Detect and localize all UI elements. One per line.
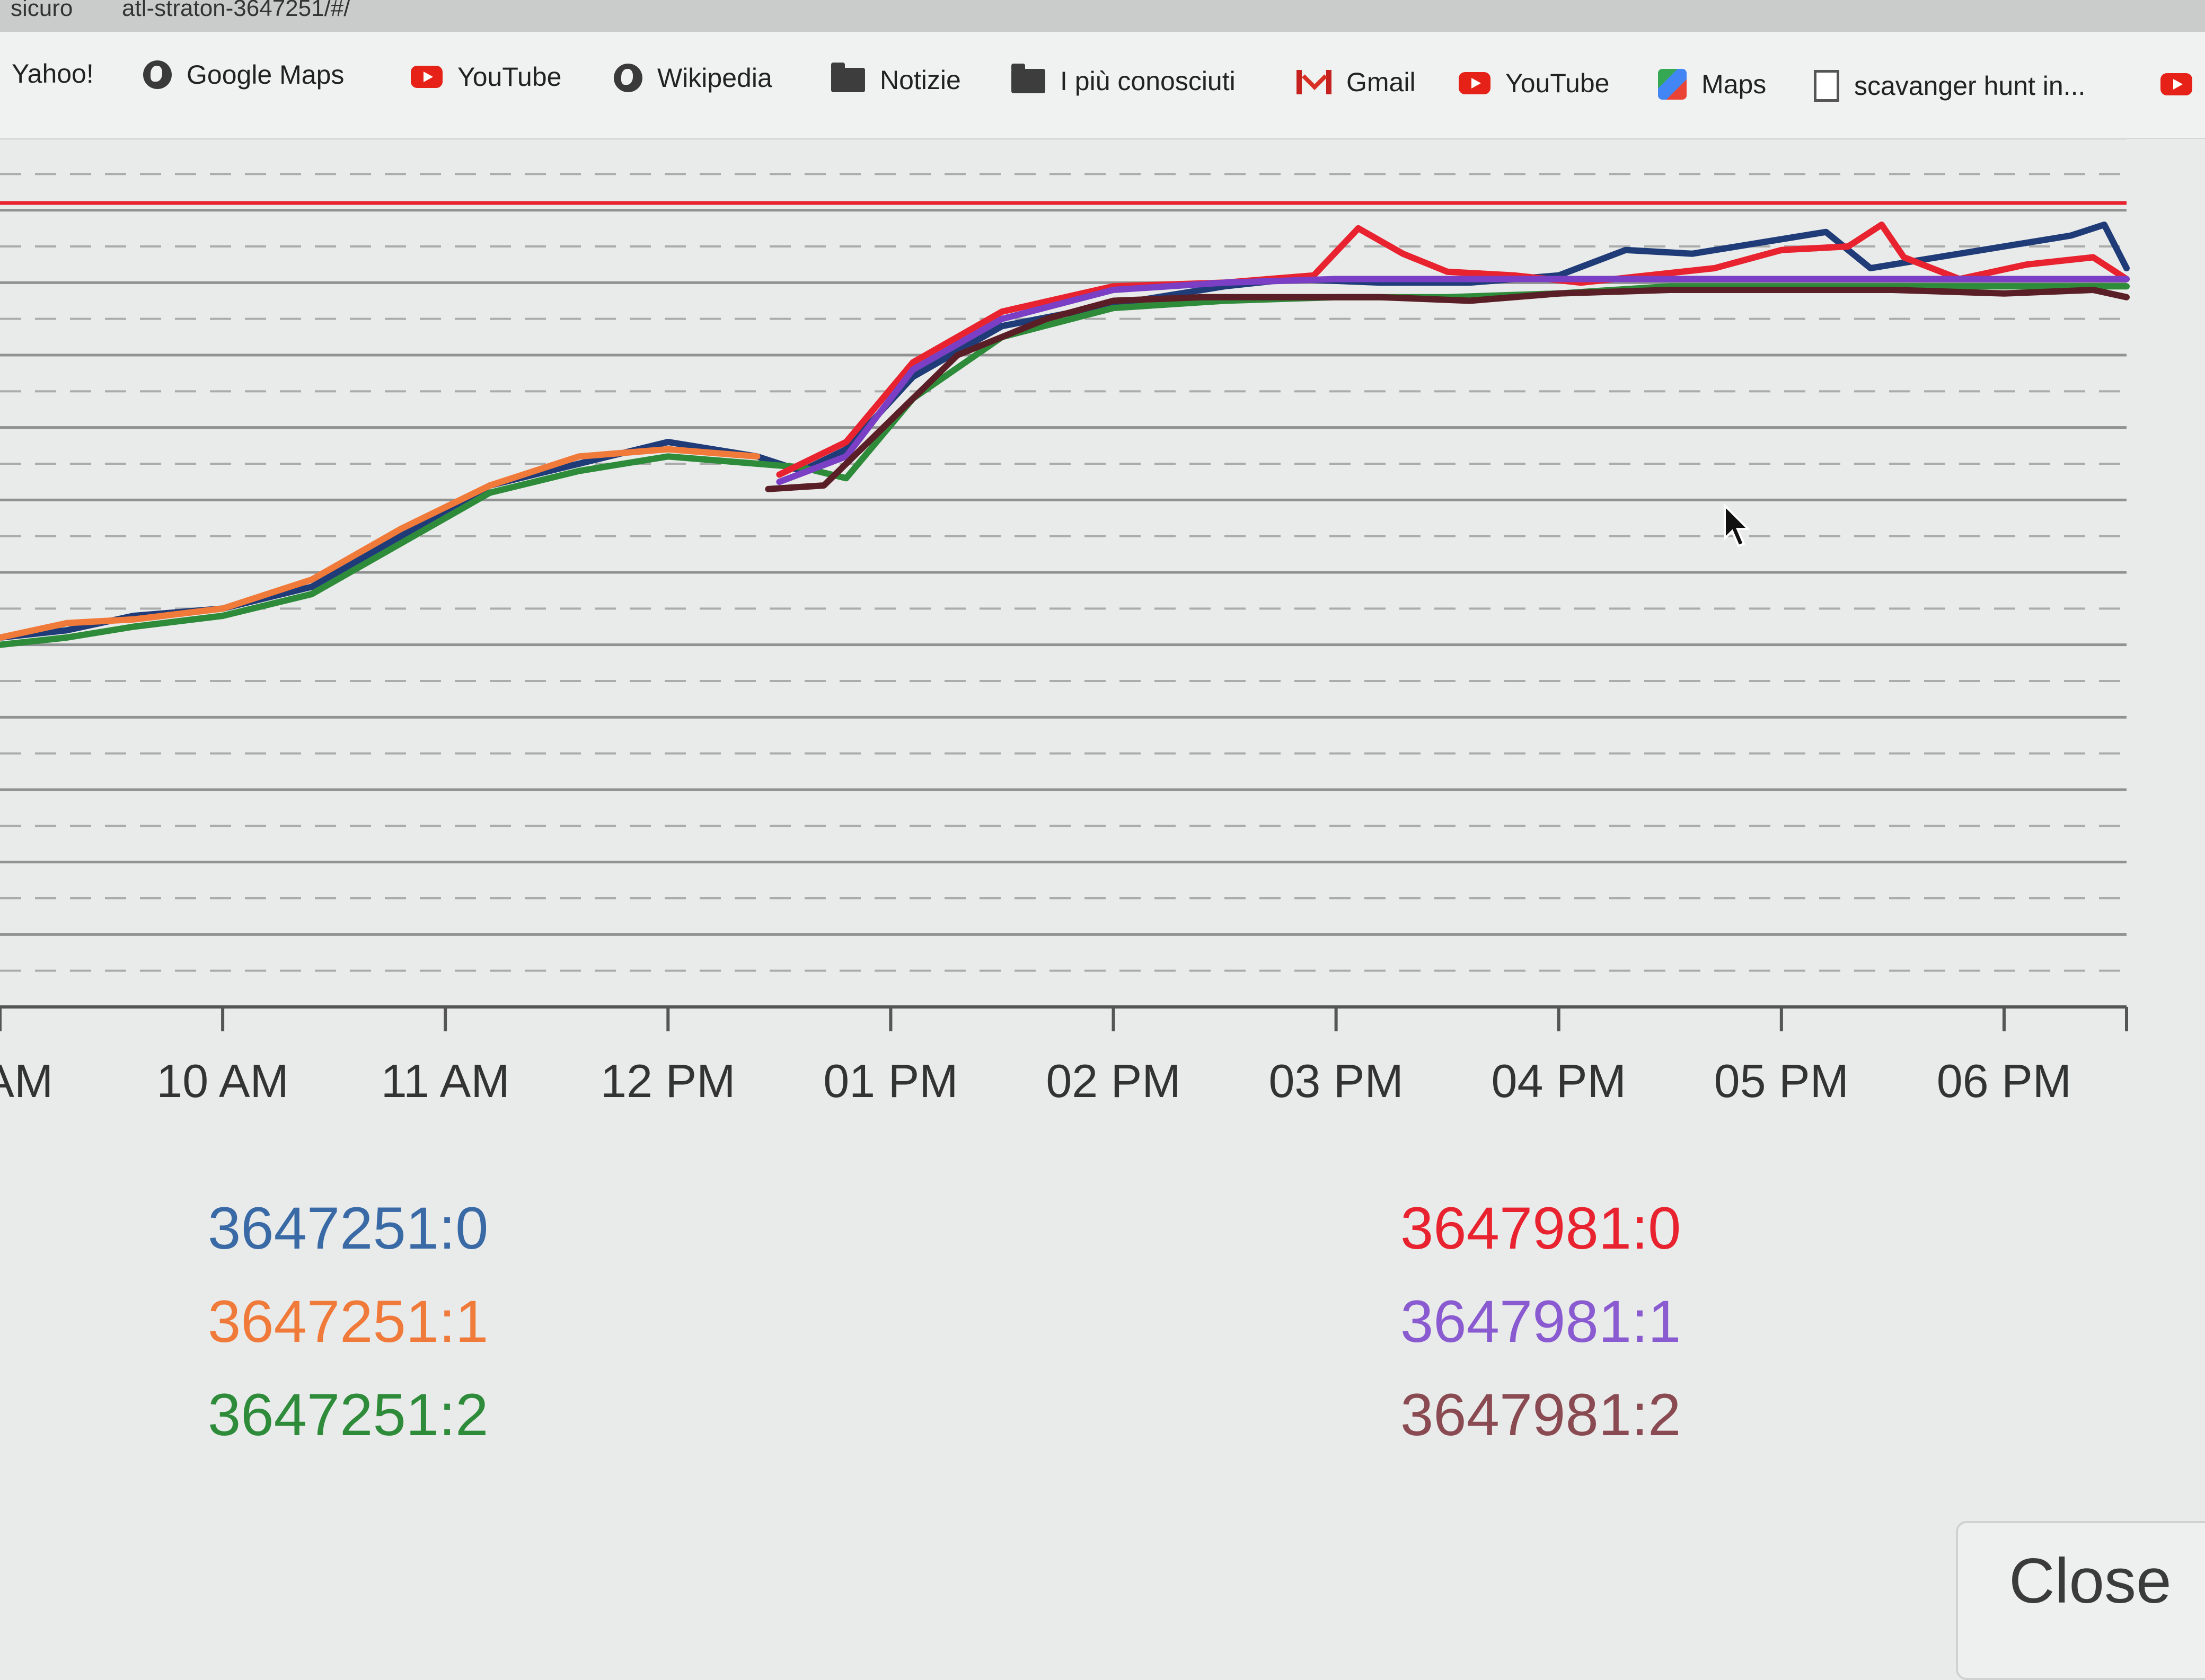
bookmark-wikipedia[interactable]: Wikipedia (614, 63, 772, 93)
bookmark-label: Notizie (880, 65, 961, 95)
doc-icon (1814, 70, 1839, 102)
bookmark-folder-piu-conosciuti[interactable]: I più conosciuti (1011, 64, 1236, 96)
bookmark-scavanger-hunt[interactable]: scavanger hunt in... (1814, 70, 2085, 102)
bookmark-yahoo[interactable]: Yahoo! (12, 58, 94, 89)
bookmark-youtube-2[interactable]: YouTube (1459, 68, 1609, 99)
legend-item-3647981-0[interactable]: 3647981:0 (1400, 1199, 1681, 1258)
x-tick-label: 06 PM (1937, 1055, 2071, 1107)
chart-grid (0, 139, 2127, 972)
bookmark-label: scavanger hunt in... (1854, 71, 2086, 101)
bookmark-gmail[interactable]: Gmail (1296, 67, 1416, 98)
chart-panel: 9 AM 10 AM 11 AM 12 PM 01 PM 02 PM 03 PM 04 PM 0… (0, 139, 2205, 1654)
bookmark-youtube[interactable]: YouTube (411, 61, 561, 92)
x-tick-label: 04 PM (1492, 1055, 1626, 1107)
bookmark-label: Google Maps (187, 60, 345, 90)
series-line-3647981-1 (776, 276, 2130, 485)
x-tick-label: 10 AM (156, 1055, 288, 1107)
url-text[interactable]: atl-straton-3647251/#/ (122, 0, 350, 20)
youtube-icon (1459, 72, 1490, 94)
address-bar[interactable]: sicuro atl-straton-3647251/#/ (0, 0, 2205, 32)
folder-icon (831, 63, 865, 92)
bookmarks-bar: Yahoo! Google Maps YouTube Wikipedia Not… (0, 32, 2205, 139)
bookmark-youtube-3[interactable] (2160, 73, 2192, 95)
bookmark-label: Maps (1701, 69, 1767, 99)
legend-item-3647251-1[interactable]: 3647251:1 (208, 1292, 488, 1351)
youtube-icon (2160, 73, 2192, 95)
close-button[interactable]: Close (1956, 1521, 2205, 1680)
bookmark-maps[interactable]: Maps (1658, 69, 1766, 100)
series-lines (0, 222, 2130, 648)
legend-item-3647981-2[interactable]: 3647981:2 (1400, 1385, 1681, 1445)
x-tick-label: 01 PM (823, 1055, 958, 1107)
bookmark-label: YouTube (457, 62, 562, 92)
bookmark-label: Wikipedia (657, 63, 772, 93)
youtube-icon (411, 66, 443, 88)
maps-icon (1658, 69, 1687, 100)
x-axis: 9 AM 10 AM 11 AM 12 PM 01 PM 02 PM 03 PM 04 PM 0… (0, 1005, 2128, 1107)
legend-item-3647981-1[interactable]: 3647981:1 (1400, 1292, 1681, 1351)
x-tick-label: 05 PM (1714, 1055, 1849, 1107)
x-tick-label: 11 AM (381, 1055, 510, 1107)
legend-item-3647251-0[interactable]: 3647251:0 (208, 1199, 488, 1258)
bookmark-google-maps[interactable]: Google Maps (143, 59, 344, 90)
x-tick-label: 9 AM (0, 1055, 53, 1107)
mouse-cursor-icon (1724, 503, 1751, 547)
gmail-icon (1296, 70, 1331, 94)
bookmark-label: I più conosciuti (1060, 66, 1236, 96)
x-tick-label: 12 PM (601, 1055, 735, 1107)
folder-icon (1011, 64, 1045, 93)
bookmark-label: Yahoo! (12, 59, 94, 89)
x-tick-label: 03 PM (1268, 1055, 1403, 1107)
bookmark-label: YouTube (1505, 68, 1610, 98)
series-line-3647251-2 (0, 283, 2130, 648)
globe-icon (614, 64, 642, 92)
globe-icon (143, 60, 172, 89)
bookmark-label: Gmail (1346, 67, 1416, 97)
security-label: sicuro (11, 0, 73, 21)
legend-item-3647251-2[interactable]: 3647251:2 (208, 1385, 488, 1445)
bookmark-folder-notizie[interactable]: Notizie (831, 63, 961, 95)
x-tick-label: 02 PM (1046, 1055, 1180, 1107)
